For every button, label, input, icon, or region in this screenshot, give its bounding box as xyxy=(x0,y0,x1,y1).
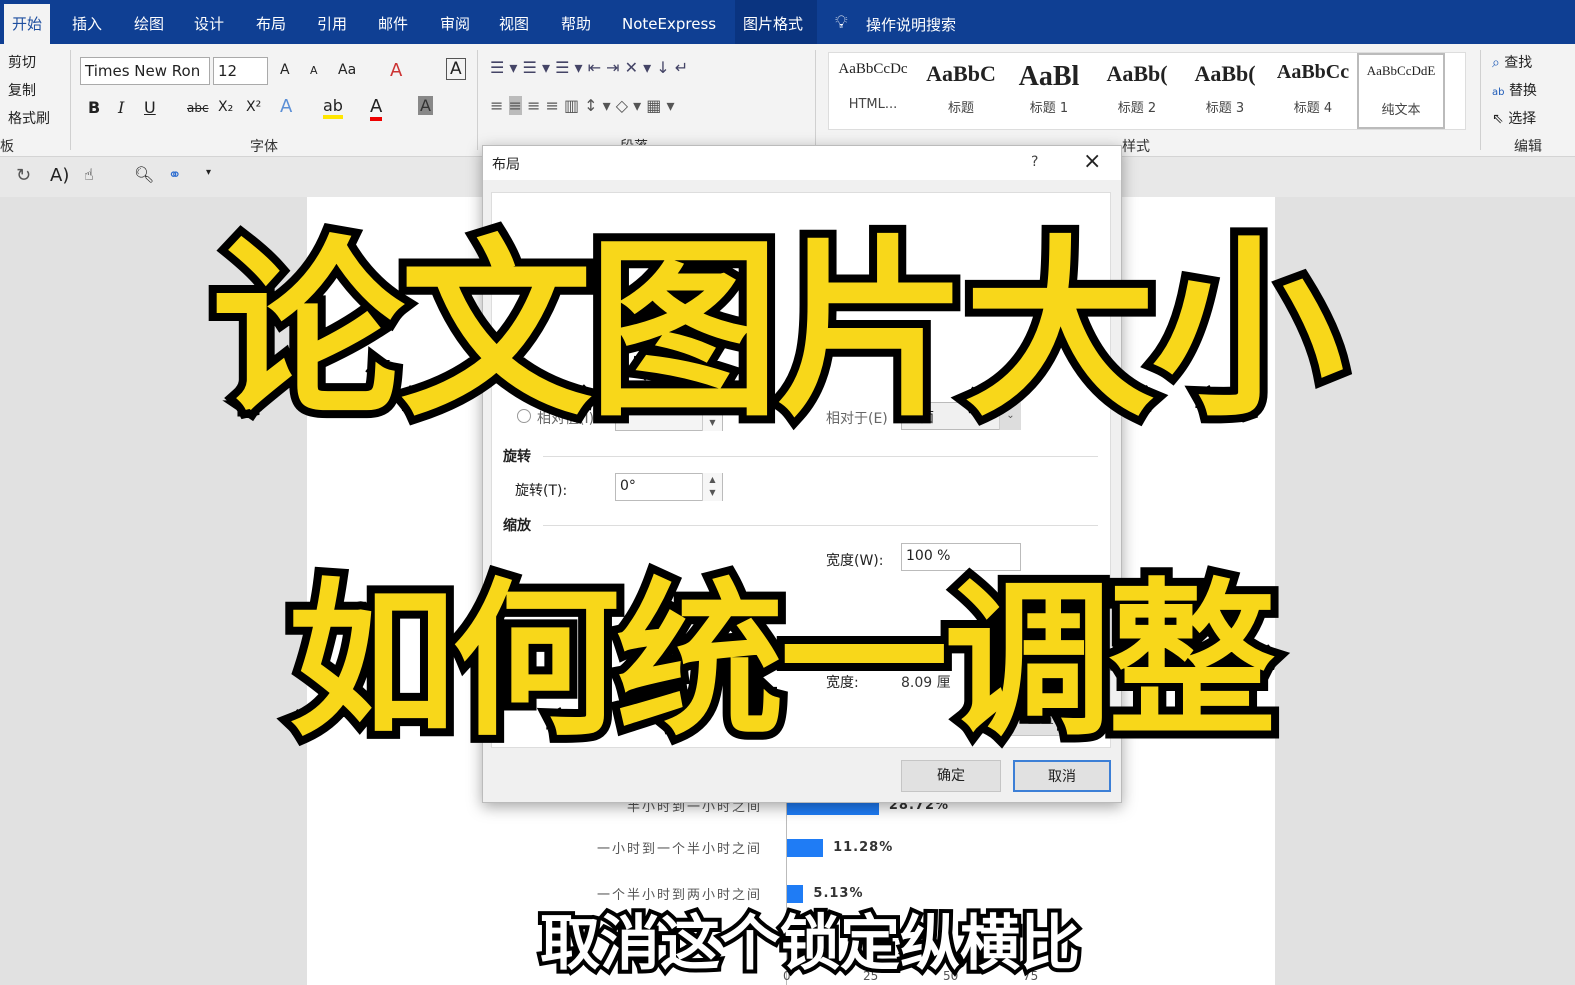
copy-button[interactable]: 复制 xyxy=(8,80,36,100)
tab-9[interactable]: 帮助 xyxy=(553,0,599,44)
font-name-select[interactable]: Times New Ron xyxy=(80,57,210,85)
style-name: 标题 4 xyxy=(1293,101,1333,116)
tell-me-search[interactable]: 操作说明搜索 xyxy=(866,14,956,35)
superscript-button[interactable]: X² xyxy=(246,99,261,115)
style-preview: AaBl xyxy=(1018,61,1080,92)
format-painter-button[interactable]: 格式刷 xyxy=(8,108,50,128)
redo-icon[interactable]: ↻ xyxy=(16,165,31,186)
dialog-title: 布局 xyxy=(492,157,520,173)
rotation-label: 旋转(T): xyxy=(515,483,568,499)
cloud-icon[interactable]: ⚭ xyxy=(168,165,181,184)
rotation-spinner[interactable]: ▲ ▼ xyxy=(702,473,722,501)
style-preview: AaBbCcDc xyxy=(838,61,908,77)
font-size-select[interactable]: 12 xyxy=(213,57,268,85)
strikethrough-button[interactable]: abc xyxy=(187,101,209,115)
font-color-icon[interactable]: A xyxy=(370,96,383,121)
subscript-button[interactable]: X₂ xyxy=(218,99,233,115)
bold-button[interactable]: B xyxy=(88,98,100,117)
subtitle-caption: 取消这个锁定纵横比 xyxy=(536,905,1084,983)
tab-3[interactable]: 设计 xyxy=(186,0,232,44)
help-button[interactable]: ? xyxy=(1031,154,1038,170)
ribbon: 剪切 复制 格式刷 板 Times New Ron 12 A A Aa A A … xyxy=(0,44,1575,157)
style-0[interactable]: AaBbCcDc HTML... xyxy=(829,53,917,129)
select-button[interactable]: ⇖ 选择 xyxy=(1492,108,1536,128)
touch-mode-icon[interactable]: ☝ xyxy=(84,165,94,184)
tab-5[interactable]: 引用 xyxy=(309,0,355,44)
cut-button[interactable]: 剪切 xyxy=(8,52,36,72)
underline-button[interactable]: U xyxy=(144,98,156,117)
change-case-button[interactable]: Aa xyxy=(338,62,356,78)
search-icon: ⌕ xyxy=(1492,55,1500,71)
char-shading-icon[interactable]: A xyxy=(418,96,433,115)
style-name: 标题 3 xyxy=(1205,101,1245,116)
chart-bar xyxy=(787,839,824,857)
read-aloud-icon[interactable]: A) xyxy=(50,165,69,186)
tab-10[interactable]: NoteExpress xyxy=(614,0,724,44)
overlay-title-line1: 论文图片大小 xyxy=(204,212,1352,451)
style-preview: AaBb( xyxy=(1106,61,1168,86)
chart-value-label: 11.28% xyxy=(833,840,894,855)
lightbulb-icon: 💡︎ xyxy=(835,12,848,33)
tab-1[interactable]: 插入 xyxy=(64,0,110,44)
tab-8[interactable]: 视图 xyxy=(491,0,537,44)
grow-font-button[interactable]: A xyxy=(280,62,290,78)
overlay-title-line2: 如何统一调整 xyxy=(280,555,1284,767)
clear-format-icon[interactable]: A xyxy=(390,60,402,81)
print-preview-icon[interactable]: 🔍︎ xyxy=(134,165,154,184)
style-2[interactable]: AaBl 标题 1 xyxy=(1005,53,1093,129)
highlight-icon[interactable]: ab xyxy=(323,96,343,119)
chart-category-label: 一小时到一个半小时之间 xyxy=(596,842,762,857)
style-preview: AaBbCc xyxy=(1276,61,1350,83)
shrink-font-button[interactable]: A xyxy=(310,64,318,77)
style-name: 标题 2 xyxy=(1117,101,1157,116)
style-name: 标题 1 xyxy=(1029,101,1069,116)
clipboard-group-label: 板 xyxy=(0,139,14,155)
editing-group-label: 编辑 xyxy=(1514,139,1542,155)
bullets-icon[interactable]: ☰ ▾ ☰ ▾ ☰ ▾ ⇤ ⇥ ✕ ▾ ↓ ↵ xyxy=(490,58,688,77)
text-effects-icon[interactable]: A xyxy=(280,96,292,117)
style-6[interactable]: AaBbCcDdE 纯文本 xyxy=(1357,53,1445,129)
style-1[interactable]: AaBbC 标题 xyxy=(917,53,1005,129)
style-3[interactable]: AaBb( 标题 2 xyxy=(1093,53,1181,129)
styles-gallery: AaBbCcDc HTML... AaBbC 标题 AaBl 标题 1 AaBb(标题 2A… xyxy=(828,52,1466,130)
style-name: HTML... xyxy=(848,97,898,112)
customize-qat-icon[interactable]: ▾ xyxy=(206,167,211,178)
style-preview: AaBbCcDdE xyxy=(1366,63,1436,78)
styles-group-label: 样式 xyxy=(1122,139,1150,155)
tab-2[interactable]: 绘图 xyxy=(126,0,172,44)
tab-11[interactable]: 图片格式 xyxy=(735,0,817,44)
tab-6[interactable]: 邮件 xyxy=(370,0,416,44)
italic-button[interactable]: I xyxy=(118,98,124,117)
style-4[interactable]: AaBb( 标题 3 xyxy=(1181,53,1269,129)
tab-0[interactable]: 开始 xyxy=(4,0,51,44)
style-preview: AaBbC xyxy=(926,61,996,86)
style-name: 纯文本 xyxy=(1381,103,1421,118)
align-icons[interactable]: ≡ ≡ ≡ ≡ ▥ ↕ ▾ ◇ ▾ ▦ ▾ xyxy=(490,96,675,115)
cursor-icon: ⇖ xyxy=(1492,111,1504,127)
ribbon-tab-bar: 开始 插入 绘图 设计 布局 引用 邮件 审阅 视图 帮助 NoteExpress 图片格式 💡︎ 操… xyxy=(0,0,1575,44)
close-button[interactable]: × xyxy=(1083,149,1101,174)
style-5[interactable]: AaBbCc 标题 4 xyxy=(1269,53,1357,129)
char-border-icon[interactable]: A xyxy=(446,58,466,80)
tab-4[interactable]: 布局 xyxy=(248,0,294,44)
font-group-label: 字体 xyxy=(250,139,278,155)
replace-button[interactable]: ab 替换 xyxy=(1492,80,1537,100)
find-button[interactable]: ⌕ 查找 xyxy=(1492,52,1532,72)
replace-icon: ab xyxy=(1492,87,1505,98)
style-preview: AaBb( xyxy=(1194,61,1256,86)
tab-7[interactable]: 审阅 xyxy=(432,0,478,44)
style-name: 标题 xyxy=(947,101,974,116)
